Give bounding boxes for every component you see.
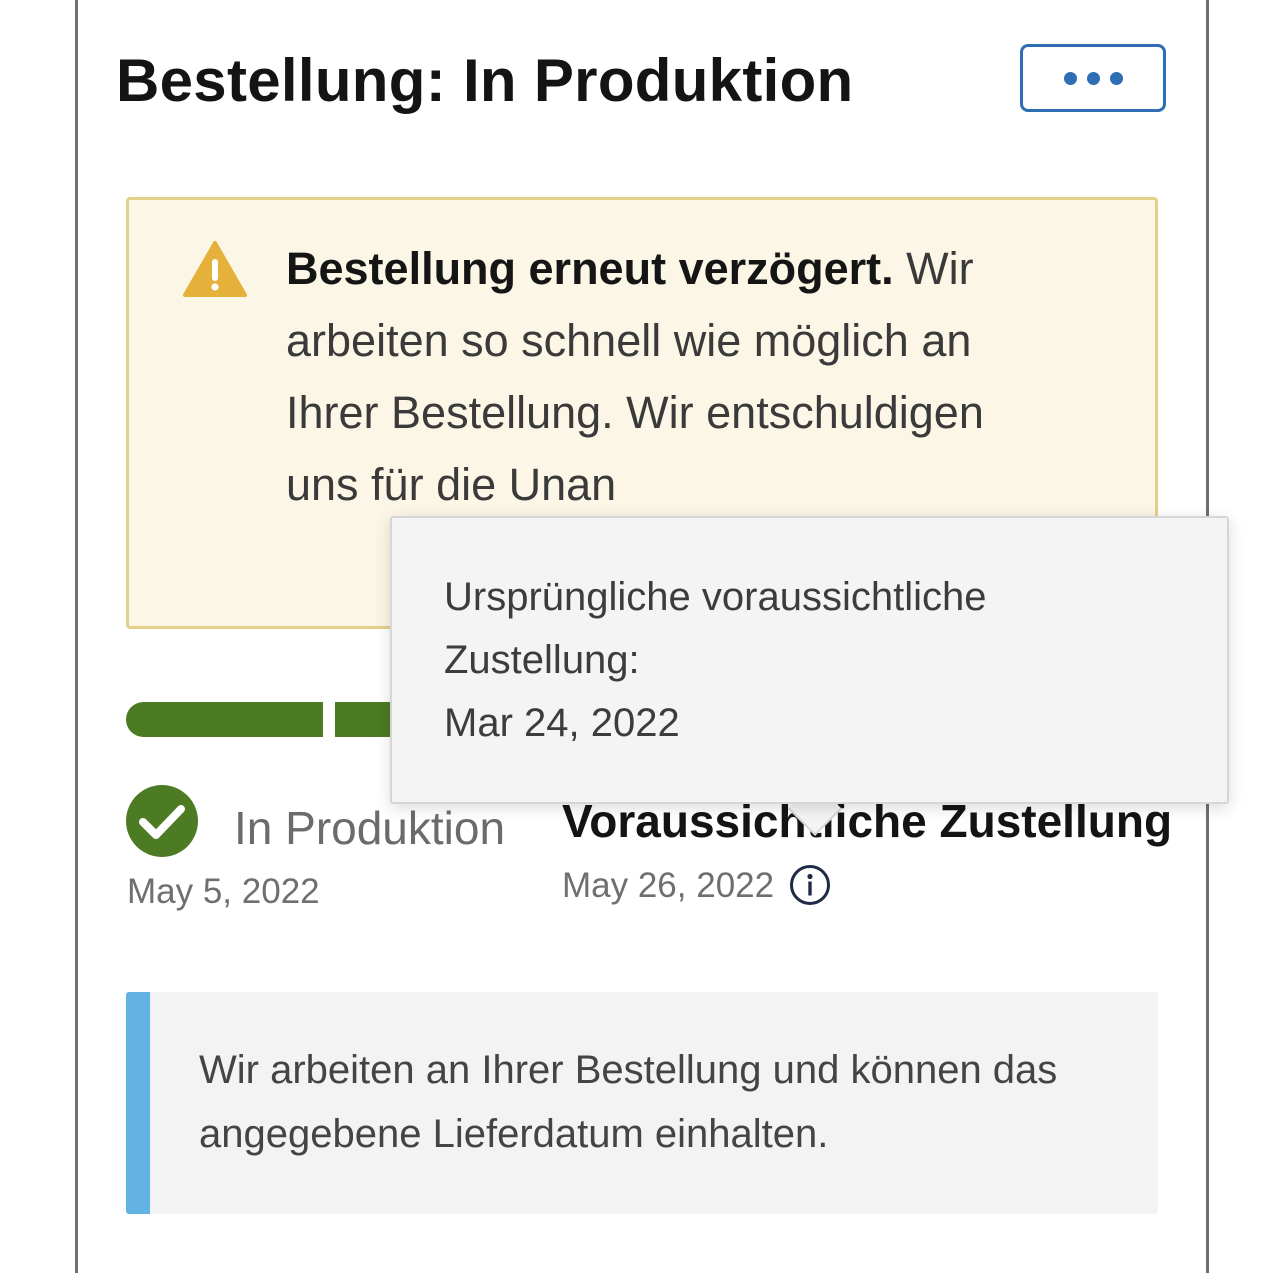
page-title: Bestellung: In Produktion [116, 47, 854, 114]
more-horizontal-icon-dot [1086, 71, 1100, 85]
tooltip-line: Zustellung: [444, 638, 640, 682]
info-icon[interactable] [789, 864, 831, 906]
more-horizontal-icon [1063, 71, 1077, 85]
info-note: Wir arbeiten an Ihrer Bestellung und kön… [126, 992, 1158, 1214]
more-horizontal-icon-dot [1109, 71, 1123, 85]
tooltip-line: Ursprüngliche voraussichtliche [444, 575, 987, 619]
tooltip-date: Mar 24, 2022 [444, 701, 680, 745]
estimated-delivery-date: May 26, 2022 [562, 866, 775, 905]
step-label: In Produktion [234, 802, 506, 854]
note-text: Wir arbeiten an Ihrer Bestellung und kön… [199, 1048, 1058, 1156]
frame-left-border [75, 0, 78, 1273]
step-date: May 5, 2022 [127, 872, 320, 911]
note-accent-bar [126, 992, 150, 1214]
alert-message: Bestellung erneut verzögert. Wir arbeite… [286, 233, 1006, 521]
original-delivery-tooltip: Ursprüngliche voraussichtliche Zustellun… [390, 516, 1229, 804]
warning-icon [183, 241, 247, 297]
check-circle-icon [126, 785, 198, 857]
tooltip-text: Ursprüngliche voraussichtliche Zustellun… [444, 566, 1164, 755]
more-options-button[interactable] [1020, 44, 1166, 112]
progress-segment-complete [126, 702, 323, 737]
alert-title: Bestellung erneut verzögert. [286, 243, 894, 294]
